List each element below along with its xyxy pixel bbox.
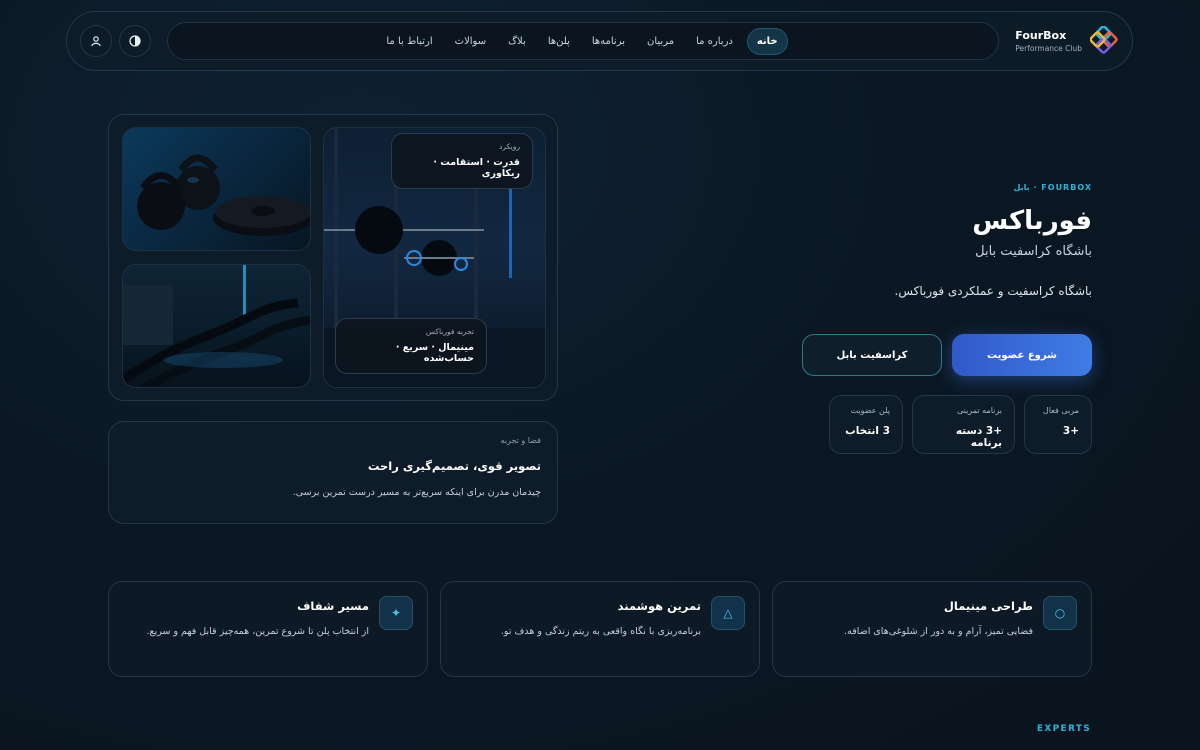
feature-desc: از انتخاب پلن تا شروع تمرین، همه‌چیز قاب… [146, 626, 370, 637]
stat-value: +3 دسته برنامه [955, 425, 1002, 449]
stat-label: برنامه تمرینی [957, 406, 1002, 415]
user-button[interactable] [80, 25, 112, 57]
hero-description: باشگاه کراسفیت و عملکردی فورباکس. [894, 284, 1092, 298]
main-nav: خانه درباره ما مربیان برنامه‌ها پلن‌ها ب… [167, 22, 999, 60]
triangle-icon: △ [711, 596, 745, 630]
sparkle-icon: ✦ [379, 596, 413, 630]
nav-item-about[interactable]: درباره ما [688, 29, 741, 54]
experience-overlay: تجربه فورباکس مینیمال · سریع · حساب‌شده [335, 318, 487, 374]
feature-card-smart-training: △ تمرین هوشمند برنامه‌ریزی با نگاه واقعی… [440, 581, 760, 677]
circle-icon: ○ [1043, 596, 1077, 630]
feature-title: تمرین هوشمند [617, 599, 701, 613]
brand[interactable]: FourBox Performance Club [1015, 24, 1120, 58]
feature-title: مسیر شفاف [297, 599, 369, 613]
fourbox-logo-icon [1089, 25, 1120, 56]
stat-label: مربی فعال [1042, 406, 1079, 415]
user-icon [91, 36, 101, 47]
nav-item-faq[interactable]: سوالات [447, 29, 494, 54]
feature-title: طراحی مینیمال [943, 599, 1033, 613]
feature-desc: برنامه‌ریزی با نگاه واقعی به ریتم زندگی … [500, 626, 701, 637]
hero-title: فورباکس [972, 206, 1092, 236]
experience-overlay-label: تجربه فورباکس [425, 327, 474, 336]
stat-plans: پلن عضویت 3 انتخاب [829, 395, 903, 454]
battle-rope-photo [122, 264, 311, 388]
theme-toggle-button[interactable] [119, 25, 151, 57]
stats-row: مربی فعال +3 برنامه تمرینی +3 دسته برنام… [829, 395, 1092, 454]
feature-card-minimal: ○ طراحی مینیمال فضایی تمیز، آرام و به دو… [772, 581, 1092, 677]
experience-card-desc: چیدمان مدرن برای اینکه سریع‌تر به مسیر د… [292, 487, 541, 498]
crossfit-babol-button[interactable]: کراسفیت بابل [802, 334, 942, 376]
approach-overlay: رویکرد قدرت · استقامت · ریکاوری [391, 133, 533, 189]
nav-item-contact[interactable]: ارتباط با ما [378, 29, 440, 54]
cta-row: شروع عضویت کراسفیت بابل [802, 334, 1092, 376]
nav-item-programs[interactable]: برنامه‌ها [584, 29, 633, 54]
experts-section-label: EXPERTS [1036, 724, 1091, 734]
feature-desc: فضایی تمیز، آرام و به دور از شلوغی‌های ا… [844, 626, 1033, 637]
experience-overlay-title: مینیمال · سریع · حساب‌شده [395, 342, 474, 364]
kettlebell-photo [122, 127, 311, 251]
feature-card-clear-path: ✦ مسیر شفاف از انتخاب پلن تا شروع تمرین،… [108, 581, 428, 677]
hero-subtitle: باشگاه کراسفیت بابل [975, 244, 1092, 259]
stat-programs: برنامه تمرینی +3 دسته برنامه [912, 395, 1015, 454]
site-header: FourBox Performance Club خانه درباره ما … [66, 11, 1133, 71]
nav-item-blog[interactable]: بلاگ [500, 29, 534, 54]
nav-item-home[interactable]: خانه [746, 27, 788, 55]
photo-gallery: رویکرد قدرت · استقامت · ریکاوری تجربه فو… [108, 114, 558, 401]
experience-card-label: فضا و تجربه [500, 436, 541, 445]
theme-toggle-icon [129, 35, 141, 47]
approach-label: رویکرد [499, 142, 520, 151]
brand-text: FourBox Performance Club [1015, 29, 1082, 54]
nav-item-plans[interactable]: پلن‌ها [540, 29, 578, 54]
stat-value: 3 انتخاب [845, 425, 890, 437]
start-membership-button[interactable]: شروع عضویت [952, 334, 1092, 376]
experience-card-title: تصویر قوی، تصمیم‌گیری راحت [367, 459, 541, 473]
brand-subtitle: Performance Club [1015, 43, 1082, 53]
brand-name: FourBox [1015, 28, 1067, 42]
stat-label: پلن عضویت [850, 406, 890, 415]
nav-item-coaches[interactable]: مربیان [639, 29, 682, 54]
features-row: ○ طراحی مینیمال فضایی تمیز، آرام و به دو… [108, 581, 1092, 677]
hero-section: FOURBOX · بابل فورباکس باشگاه کراسفیت با… [672, 183, 1092, 298]
stat-value: +3 [1062, 425, 1079, 437]
stat-coaches: مربی فعال +3 [1024, 395, 1092, 454]
experience-card: فضا و تجربه تصویر قوی، تصمیم‌گیری راحت چ… [108, 421, 558, 524]
hero-eyebrow: FOURBOX · بابل [1013, 183, 1092, 192]
approach-title: قدرت · استقامت · ریکاوری [433, 157, 520, 179]
